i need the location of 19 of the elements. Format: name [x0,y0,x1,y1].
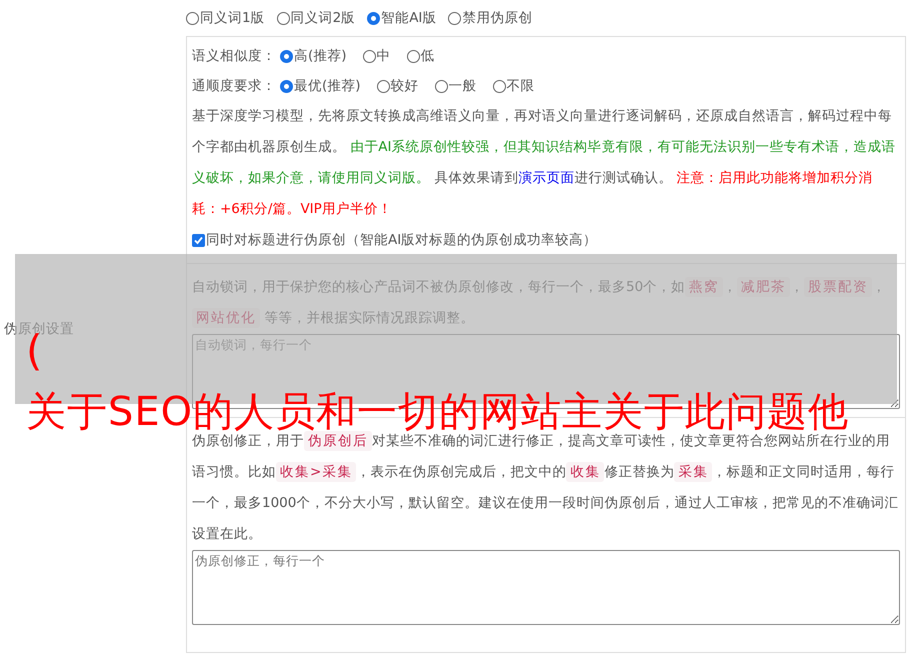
demo-page-link[interactable]: 演示页面 [518,170,574,186]
title-checkbox[interactable]: 同时对标题进行伪原创（智能AI版对标题的伪原创成功率较高） [192,231,598,249]
field-label: 通顺度要求： [192,77,276,95]
radio-option[interactable]: 低 [406,47,435,65]
radio-option[interactable]: 高(推荐) [280,47,347,65]
radio-option[interactable]: 禁用伪原创 [448,9,532,27]
radio-option[interactable]: 中 [362,47,391,65]
radio-option[interactable]: 同义词1版 [186,9,265,27]
radio-option[interactable]: 一般 [434,77,477,95]
radio-option[interactable]: 较好 [376,77,419,95]
lock-words-description: 自动锁词，用于保护您的核心产品词不被伪原创修改，每行一个，最多50个，如 燕窝 ， 减肥茶 ， 股票配资 ， 网站优化 等等，并根据实际情况跟踪调整。 [192,276,888,330]
radio-option[interactable]: 不限 [492,77,535,95]
corrections-field[interactable]: 伪原创修正，每行一个 [192,550,900,625]
checkmark-icon [194,236,203,244]
radio-option[interactable]: 同义词2版 [276,9,356,27]
description-text: 基于深度学习模型，先将原文转换成高维语义向量，再对语义向量进行逐词解码，还原成自然语言，解码过程中每个字都由机器原创生成。 由于AI系统原创性较强，但其知识结构毕竟有限，有可能无法识别一些专有术语，造成语义破坏，如果介意，请使用同义词版。 具体效果请到演示页面进行测试确认。 注意：启用此功能将增加积分消耗：+6积分/篇。VIP用户半价！ [192,107,897,219]
field-label: 语义相似度： [192,47,276,65]
radio-option[interactable]: 最优(推荐) [280,77,361,95]
radio-option[interactable]: 智能AI版 [367,9,436,27]
